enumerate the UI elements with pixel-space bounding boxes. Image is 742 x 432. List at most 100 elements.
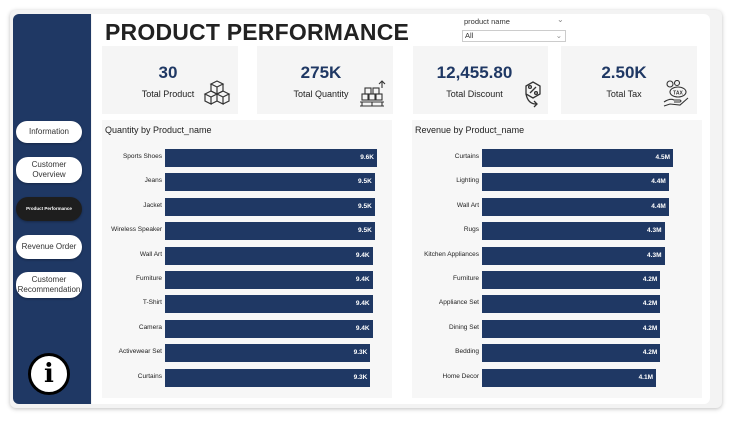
bar-row: Sports Shoes 9.6K (102, 149, 392, 167)
bar[interactable]: 9.5K (165, 173, 375, 192)
revenue-chart-card: Revenue by Product_name Curtains 4.5M Ligh… (412, 120, 702, 398)
bar[interactable]: 9.4K (165, 319, 373, 338)
bar-data-label: 4.4M (651, 202, 666, 210)
bar-category-label: Furniture (452, 275, 479, 282)
bar-row: Lighting 4.4M (412, 173, 702, 192)
bar[interactable]: 9.4K (165, 246, 373, 265)
bar-row: Wall Art 9.4K (102, 246, 392, 265)
bar-row: Curtains 9.3K (102, 368, 392, 387)
bar-data-label: 4.4M (651, 178, 666, 186)
bar[interactable]: 9.5K (165, 222, 375, 241)
bar-row: T-Shirt 9.4K (102, 295, 392, 314)
bar-row: Jeans 9.5K (102, 173, 392, 192)
bar-row: Wireless Speaker 9.5K (102, 222, 392, 241)
product-name-slicer[interactable]: All ⌄ (462, 30, 566, 42)
bar[interactable]: 4.5M (482, 149, 673, 167)
bar-row: Bedding 4.2M (412, 344, 702, 363)
bar[interactable]: 9.6K (165, 149, 377, 167)
bar-data-label: 4.3M (647, 251, 662, 259)
bar-data-label: 4.2M (642, 276, 658, 283)
chevron-down-icon: ⌄ (555, 31, 562, 40)
bar-row: Furniture 4.2M (412, 271, 702, 289)
bar-category-label: Sports Shoes (122, 153, 162, 160)
bar[interactable]: 4.2M (482, 319, 661, 338)
bar-category-label: Appliance Set (438, 299, 479, 307)
bar[interactable]: 9.4K (165, 271, 373, 289)
bar-data-label: 9.4K (355, 251, 370, 259)
chevron-down-icon[interactable]: ⌄ (557, 15, 564, 24)
bar-category-label: Lighting (456, 177, 479, 185)
bar-data-label: 4.2M (642, 300, 658, 308)
bar-row: Kitchen Appliances 4.3M (412, 246, 702, 265)
kpi-card-total-tax: 2.50K Total Tax TAX (561, 46, 697, 114)
bar[interactable]: 4.2M (482, 295, 661, 314)
bar[interactable]: 4.4M (482, 173, 669, 192)
bar-category-label: Wall Art (139, 250, 162, 258)
bar-data-label: 9.5K (358, 227, 372, 235)
info-icon[interactable]: i (28, 353, 70, 395)
bar-data-label: 4.5M (655, 154, 670, 161)
bar[interactable]: 4.3M (482, 222, 665, 241)
bar[interactable]: 4.1M (482, 368, 657, 387)
bar[interactable]: 4.2M (482, 271, 661, 289)
bar-data-label: 4.1M (638, 373, 654, 381)
kpi-card-total-discount: 12,455.80 Total Discount (413, 46, 548, 114)
bar-category-label: Rugs (463, 226, 479, 234)
bar-data-label: 9.4K (355, 300, 370, 308)
bar-category-label: Jacket (143, 201, 162, 209)
bar-category-label: Wall Art (456, 201, 479, 209)
nav-information-button[interactable]: Information (16, 121, 82, 143)
bar-data-label: 9.4K (355, 324, 370, 332)
bar-category-label: Curtains (137, 372, 162, 380)
bar-row: Furniture 9.4K (102, 271, 392, 289)
bar-data-label: 9.5K (358, 202, 372, 210)
bar-data-label: 9.3K (353, 349, 368, 357)
bar-category-label: Furniture (135, 275, 162, 282)
bar-row: Appliance Set 4.2M (412, 295, 702, 314)
chart-title: Revenue by Product_name (415, 125, 525, 135)
nav-customer-recommendation-button[interactable]: Customer Recommendation (16, 272, 82, 298)
bar-row: Camera 9.4K (102, 319, 392, 338)
bar[interactable]: 4.3M (482, 246, 665, 265)
bar-data-label: 9.5K (358, 178, 372, 186)
bar-row: Rugs 4.3M (412, 222, 702, 241)
bar[interactable]: 9.3K (165, 344, 371, 363)
bar-category-label: Activewear Set (118, 348, 162, 356)
bar-data-label: 4.2M (642, 349, 658, 357)
nav-revenue-order-button[interactable]: Revenue Order (16, 235, 82, 259)
tax-icon: TAX (663, 80, 689, 107)
bar-row: Curtains 4.5M (412, 149, 702, 167)
bar-row: Home Decor 4.1M (412, 368, 702, 387)
quantity-chart-card: Quantity by Product_name Sports Shoes 9.6… (102, 120, 392, 398)
chart-title: Quantity by Product_name (105, 125, 212, 135)
bar[interactable]: 4.2M (482, 344, 661, 363)
bar-data-label: 9.4K (355, 276, 370, 283)
bar-row: Activewear Set 9.3K (102, 344, 392, 363)
bar-category-label: Camera (138, 323, 162, 331)
page-title: PRODUCT PERFORMANCE (105, 19, 410, 45)
bar[interactable]: 4.4M (482, 197, 669, 216)
bar-row: Jacket 9.5K (102, 197, 392, 216)
bar-category-label: Home Decor (442, 372, 479, 380)
svg-text:TAX: TAX (673, 91, 683, 97)
bar-category-label: Curtains (454, 153, 479, 160)
bar-data-label: 9.6K (360, 154, 374, 161)
boxes-icon (203, 80, 231, 105)
slicer-value: All (465, 31, 474, 40)
bar-category-label: Bedding (455, 348, 479, 356)
nav-customer-overview-button[interactable]: Customer Overview (16, 157, 82, 183)
bar-row: Wall Art 4.4M (412, 197, 702, 216)
discount-icon (525, 81, 541, 108)
bar-row: Dining Set 4.2M (412, 319, 702, 338)
bar-category-label: Jeans (144, 177, 162, 185)
bar-data-label: 4.2M (642, 324, 658, 332)
bar[interactable]: 9.5K (165, 197, 375, 216)
bar-category-label: T-Shirt (142, 299, 162, 307)
bar[interactable]: 9.3K (165, 368, 371, 387)
bar-category-label: Kitchen Appliances (424, 250, 479, 258)
bar-data-label: 9.3K (353, 373, 368, 381)
nav-product-performance-button[interactable]: Product Performance (16, 197, 82, 221)
bar[interactable]: 9.4K (165, 295, 373, 314)
bar-category-label: Dining Set (449, 323, 479, 331)
slicer-label: product name (464, 17, 510, 26)
